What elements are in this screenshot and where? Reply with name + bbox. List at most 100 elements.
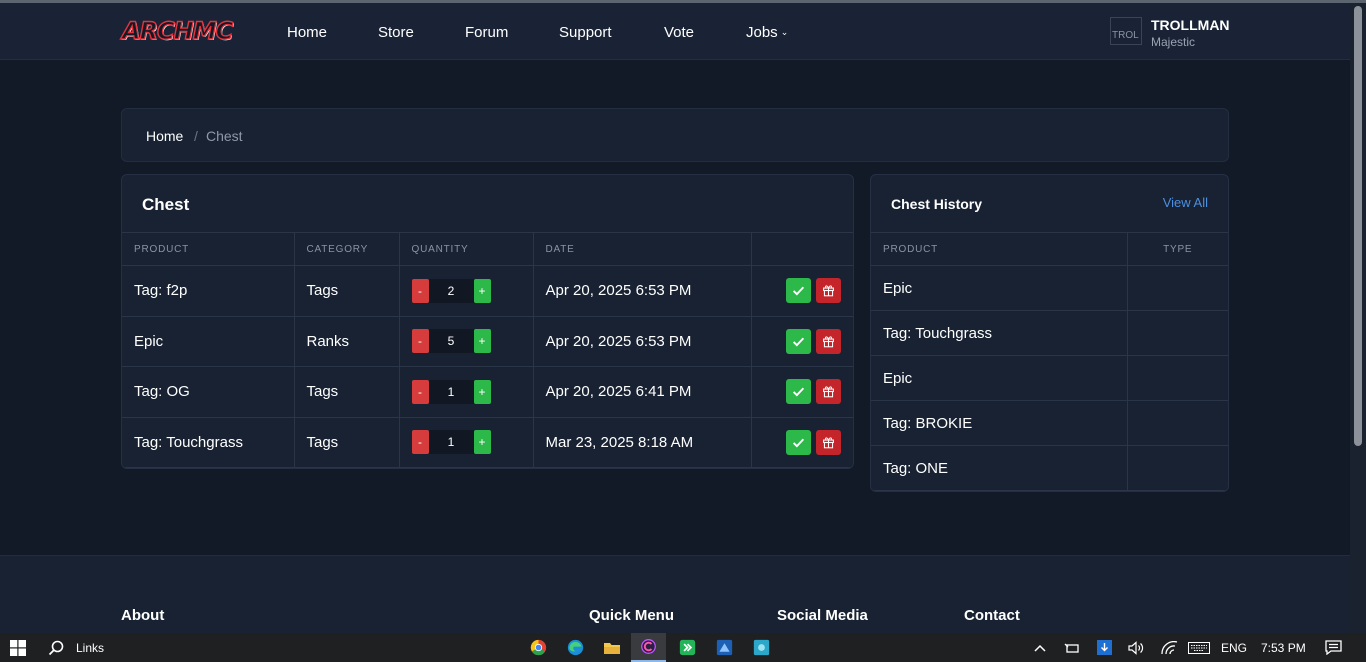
breadcrumb-current: Chest	[206, 128, 243, 144]
claim-button[interactable]	[786, 429, 811, 455]
gift-icon	[823, 336, 834, 348]
scrollbar-thumb[interactable]	[1354, 6, 1362, 446]
nav-jobs[interactable]: Jobs ⌄	[746, 24, 788, 41]
product-cell: Tag: ONE	[871, 445, 1128, 491]
taskbar-search-button[interactable]	[42, 633, 70, 662]
quantity-value[interactable]: 1	[428, 430, 474, 455]
footer-contact-heading: Contact	[964, 607, 1020, 624]
gift-button[interactable]	[816, 278, 841, 304]
nav-vote[interactable]: Vote	[664, 24, 694, 41]
gift-button[interactable]	[816, 379, 841, 405]
app-blue-icon	[716, 639, 732, 656]
nav-forum[interactable]: Forum	[465, 24, 508, 41]
chest-title: Chest	[142, 195, 190, 214]
download-app-icon	[1096, 640, 1112, 655]
search-icon	[48, 640, 64, 655]
tray-app[interactable]	[1095, 633, 1113, 662]
table-row: Tag: Touchgrass Tags -1 + Mar 23, 2025 8:…	[122, 417, 853, 468]
tray-language[interactable]: ENG	[1221, 633, 1247, 662]
avatar[interactable]: TROL	[1110, 17, 1142, 45]
user-name[interactable]: TROLLMAN	[1151, 17, 1230, 33]
wifi-icon	[1160, 640, 1177, 654]
type-cell	[1127, 310, 1228, 356]
tray-keyboard[interactable]	[1186, 633, 1212, 662]
site-logo[interactable]: ARCHMC	[121, 16, 234, 45]
notification-center-button[interactable]	[1322, 633, 1344, 662]
quantity-value[interactable]: 1	[428, 379, 474, 404]
footer-social-media-heading: Social Media	[777, 607, 868, 624]
quantity-value[interactable]: 2	[428, 278, 474, 303]
gift-icon	[823, 386, 834, 398]
taskbar-app-green[interactable]	[676, 633, 698, 662]
increase-button[interactable]: +	[473, 379, 491, 404]
column-header-category: CATEGORY	[294, 232, 400, 266]
date-cell: Apr 20, 2025 6:41 PM	[533, 366, 752, 418]
category-cell: Tags	[294, 417, 400, 468]
chest-history-card: Chest History View All PRODUCT TYPE Epic…	[870, 174, 1229, 492]
chest-history-title: Chest History	[891, 196, 983, 212]
gift-button[interactable]	[816, 429, 841, 455]
actions-cell	[751, 417, 853, 468]
chevron-down-icon: ⌄	[780, 27, 789, 37]
chevron-up-icon	[1034, 644, 1046, 652]
start-button[interactable]	[0, 633, 36, 662]
decrease-button[interactable]: -	[411, 379, 429, 404]
taskbar-app-chrome[interactable]	[527, 633, 549, 662]
claim-button[interactable]	[786, 278, 811, 304]
nav-store[interactable]: Store	[378, 24, 414, 41]
tray-overflow-button[interactable]	[1031, 633, 1049, 662]
windows-icon	[10, 639, 26, 656]
taskbar-app-active[interactable]	[631, 633, 666, 662]
tray-volume[interactable]	[1126, 633, 1146, 662]
category-cell: Tags	[294, 366, 400, 418]
product-cell: Epic	[871, 265, 1128, 311]
tray-device[interactable]	[1062, 633, 1082, 662]
check-icon	[792, 337, 805, 347]
column-header-date: DATE	[533, 232, 752, 266]
gift-button[interactable]	[816, 328, 841, 354]
nav-home[interactable]: Home	[287, 24, 327, 41]
column-header-product: PRODUCT	[122, 232, 295, 266]
check-icon	[792, 438, 805, 448]
claim-button[interactable]	[786, 379, 811, 405]
product-cell: Epic	[871, 355, 1128, 401]
quantity-cell: -5 +	[399, 316, 534, 367]
column-header-product: PRODUCT	[871, 232, 1128, 266]
type-cell	[1127, 355, 1228, 401]
app-teal-icon	[753, 639, 769, 656]
taskbar-links-label[interactable]: Links	[76, 633, 104, 662]
decrease-button[interactable]: -	[411, 430, 429, 455]
taskbar-app-teal[interactable]	[750, 633, 772, 662]
date-cell: Apr 20, 2025 6:53 PM	[533, 316, 752, 367]
table-row: Tag: BROKIE	[871, 400, 1228, 446]
quantity-stepper: -1 +	[411, 379, 533, 404]
decrease-button[interactable]: -	[411, 329, 429, 354]
claim-button[interactable]	[786, 328, 811, 354]
gift-icon	[823, 285, 834, 297]
quantity-cell: -2 +	[399, 265, 534, 317]
table-row: Epic Ranks -5 + Apr 20, 2025 6:53 PM	[122, 316, 853, 367]
footer-about-heading: About	[121, 607, 165, 624]
volume-icon	[1127, 640, 1143, 655]
nav-jobs-label: Jobs	[746, 24, 778, 41]
site-footer: About Quick Menu Social Media Contact	[0, 555, 1350, 633]
increase-button[interactable]: +	[473, 278, 491, 303]
quantity-cell: -1 +	[399, 366, 534, 418]
taskbar-app-edge[interactable]	[564, 633, 586, 662]
product-cell: Tag: Touchgrass	[122, 417, 295, 468]
taskbar-app-blue[interactable]	[713, 633, 735, 662]
decrease-button[interactable]: -	[411, 278, 429, 303]
increase-button[interactable]: +	[473, 329, 491, 354]
increase-button[interactable]: +	[473, 430, 491, 455]
nav-support[interactable]: Support	[559, 24, 612, 41]
chest-history-table: PRODUCT TYPE Epic Tag: Touchgrass Epic T…	[871, 232, 1228, 491]
quantity-value[interactable]: 5	[428, 329, 474, 354]
view-all-link[interactable]: View All	[1163, 195, 1208, 210]
tray-clock[interactable]: 7:53 PM	[1261, 633, 1306, 662]
product-cell: Tag: f2p	[122, 265, 295, 317]
tray-network[interactable]	[1159, 633, 1179, 662]
breadcrumb-home[interactable]: Home	[146, 128, 183, 144]
usb-device-icon	[1064, 643, 1079, 653]
chest-table: PRODUCT CATEGORY QUANTITY DATE Tag: f2p …	[122, 232, 853, 468]
taskbar-app-files[interactable]	[601, 633, 623, 662]
